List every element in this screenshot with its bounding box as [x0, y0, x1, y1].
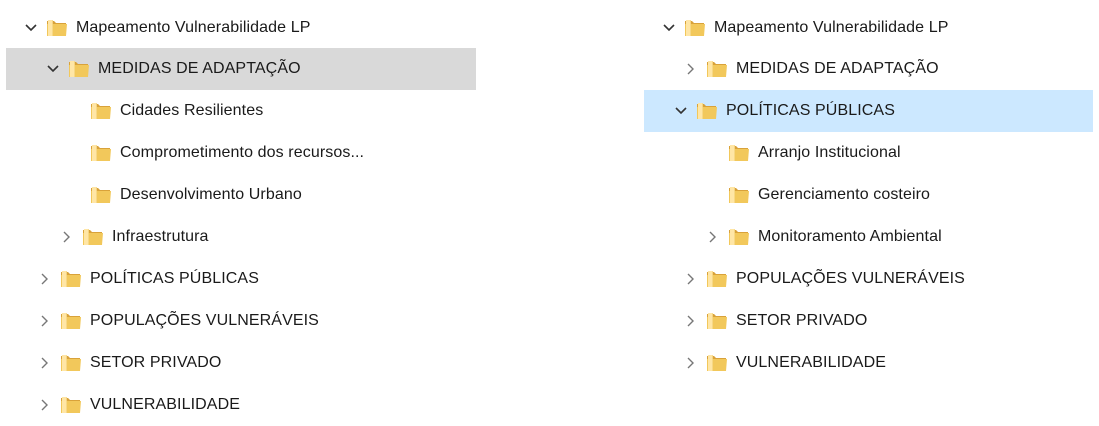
- chevron-right-icon[interactable]: [684, 314, 698, 328]
- tree-item-label: Comprometimento dos recursos...: [120, 144, 365, 161]
- tree-item-infraestrutura[interactable]: Infraestrutura: [6, 216, 476, 258]
- chevron-right-icon[interactable]: [38, 272, 52, 286]
- tree-item-medidas-de-adaptacao[interactable]: MEDIDAS DE ADAPTAÇÃO: [650, 48, 1099, 90]
- chevron-down-icon[interactable]: [24, 21, 38, 35]
- chevron-right-icon[interactable]: [60, 230, 74, 244]
- tree-item-politicas-publicas[interactable]: POLÍTICAS PÚBLICAS: [6, 258, 476, 300]
- folder-icon: [60, 269, 82, 289]
- folder-icon: [706, 59, 728, 79]
- tree-item-setor-privado[interactable]: SETOR PRIVADO: [650, 300, 1099, 342]
- folder-icon: [68, 59, 90, 79]
- folder-icon: [46, 18, 68, 38]
- tree-item-label: Mapeamento Vulnerabilidade LP: [714, 19, 949, 36]
- folder-icon: [82, 227, 104, 247]
- folder-icon: [90, 101, 112, 121]
- tree-item-populacoes-vulneraveis[interactable]: POPULAÇÕES VULNERÁVEIS: [6, 300, 476, 342]
- tree-item-label: VULNERABILIDADE: [736, 354, 886, 371]
- folder-icon: [90, 143, 112, 163]
- tree-item-label: POLÍTICAS PÚBLICAS: [90, 270, 259, 287]
- tree-root-left[interactable]: Mapeamento Vulnerabilidade LP: [6, 8, 476, 48]
- tree-item-label: SETOR PRIVADO: [90, 354, 222, 371]
- chevron-down-icon[interactable]: [674, 104, 688, 118]
- left-folder-tree: Mapeamento Vulnerabilidade LP MEDIDAS DE…: [6, 8, 476, 426]
- tree-item-monitoramento-ambiental[interactable]: Monitoramento Ambiental: [650, 216, 1099, 258]
- tree-item-arranjo-institucional[interactable]: Arranjo Institucional: [650, 132, 1099, 174]
- tree-item-label: Desenvolvimento Urbano: [120, 186, 302, 203]
- chevron-right-icon[interactable]: [684, 272, 698, 286]
- chevron-right-icon[interactable]: [38, 398, 52, 412]
- tree-item-vulnerabilidade[interactable]: VULNERABILIDADE: [6, 384, 476, 426]
- tree-item-label: Arranjo Institucional: [758, 144, 901, 161]
- folder-icon: [728, 227, 750, 247]
- tree-item-label: Cidades Resilientes: [120, 102, 264, 119]
- folder-icon: [706, 269, 728, 289]
- chevron-right-icon[interactable]: [38, 314, 52, 328]
- tree-item-gerenciamento-costeiro[interactable]: Gerenciamento costeiro: [650, 174, 1099, 216]
- right-folder-tree: Mapeamento Vulnerabilidade LP MEDIDAS DE…: [644, 8, 1099, 384]
- tree-item-medidas-de-adaptacao[interactable]: MEDIDAS DE ADAPTAÇÃO: [6, 48, 476, 90]
- chevron-down-icon[interactable]: [662, 21, 676, 35]
- tree-item-label: POPULAÇÕES VULNERÁVEIS: [90, 312, 319, 329]
- tree-item-label: Infraestrutura: [112, 228, 209, 245]
- folder-icon: [60, 395, 82, 415]
- tree-item-label: SETOR PRIVADO: [736, 312, 868, 329]
- tree-item-label: Mapeamento Vulnerabilidade LP: [76, 19, 311, 36]
- tree-item-label: POLÍTICAS PÚBLICAS: [726, 102, 895, 119]
- folder-icon: [706, 353, 728, 373]
- folder-icon: [696, 101, 718, 121]
- folder-icon: [706, 311, 728, 331]
- tree-item-label: Monitoramento Ambiental: [758, 228, 942, 245]
- chevron-right-icon[interactable]: [684, 356, 698, 370]
- chevron-right-icon[interactable]: [684, 62, 698, 76]
- chevron-right-icon[interactable]: [706, 230, 720, 244]
- folder-icon: [60, 311, 82, 331]
- tree-item-label: Gerenciamento costeiro: [758, 186, 931, 203]
- folder-icon: [728, 143, 750, 163]
- folder-icon: [90, 185, 112, 205]
- tree-item-label: MEDIDAS DE ADAPTAÇÃO: [98, 60, 301, 77]
- folder-icon: [60, 353, 82, 373]
- tree-item-comprometimento[interactable]: Comprometimento dos recursos...: [6, 132, 476, 174]
- chevron-right-icon[interactable]: [38, 356, 52, 370]
- tree-item-populacoes-vulneraveis[interactable]: POPULAÇÕES VULNERÁVEIS: [650, 258, 1099, 300]
- tree-item-desenvolvimento-urbano[interactable]: Desenvolvimento Urbano: [6, 174, 476, 216]
- tree-item-vulnerabilidade[interactable]: VULNERABILIDADE: [650, 342, 1099, 384]
- tree-item-label: MEDIDAS DE ADAPTAÇÃO: [736, 60, 939, 77]
- tree-root-right[interactable]: Mapeamento Vulnerabilidade LP: [650, 8, 1099, 48]
- folder-icon: [728, 185, 750, 205]
- tree-item-cidades-resilientes[interactable]: Cidades Resilientes: [6, 90, 476, 132]
- tree-item-label: VULNERABILIDADE: [90, 396, 240, 413]
- chevron-down-icon[interactable]: [46, 62, 60, 76]
- tree-item-label: POPULAÇÕES VULNERÁVEIS: [736, 270, 965, 287]
- folder-icon: [684, 18, 706, 38]
- tree-item-setor-privado[interactable]: SETOR PRIVADO: [6, 342, 476, 384]
- tree-item-politicas-publicas[interactable]: POLÍTICAS PÚBLICAS: [644, 90, 1093, 132]
